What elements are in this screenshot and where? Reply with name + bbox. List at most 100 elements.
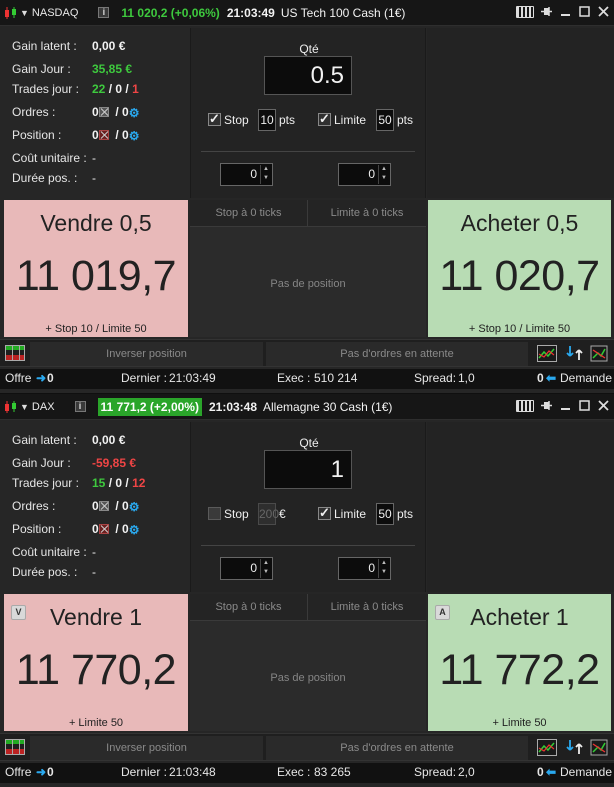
bid-price: 11 019,7 <box>15 252 177 300</box>
limit-ticks-button[interactable]: Limite à 0 ticks <box>308 200 426 227</box>
trend-icon[interactable] <box>590 739 608 756</box>
pin-icon[interactable] <box>540 5 553 18</box>
position-area: Stop à 0 ticks Limite à 0 ticks Pas de p… <box>190 594 426 731</box>
info-icon[interactable]: i <box>74 401 86 412</box>
dernier-value: 21:03:48 <box>169 765 216 779</box>
limit-ticks-button[interactable]: Limite à 0 ticks <box>308 594 426 621</box>
stop-checkbox[interactable] <box>208 507 221 520</box>
stepper-right[interactable]: 0 ▲ ▼ <box>338 163 391 186</box>
limit-checkbox[interactable] <box>318 505 331 521</box>
status-bar: Offre ➜ 0 Dernier : 21:03:49 Exec : 510 … <box>0 369 614 389</box>
title-bar: ▼ DAX i 11 771,2 (+2,00%) 21:03:48 Allem… <box>0 394 614 420</box>
pending-orders-button[interactable]: Pas d'ordres en attente <box>266 736 528 760</box>
swap-icon[interactable] <box>566 343 584 363</box>
cancel-orders-icon[interactable] <box>98 107 109 117</box>
symbol-selector[interactable]: DAX <box>32 401 55 413</box>
divider <box>201 151 415 152</box>
stepper-left[interactable]: 0 ▲ ▼ <box>220 557 273 580</box>
quantity-input[interactable]: 1 <box>264 450 352 489</box>
sell-title: Vendre 1 <box>49 604 143 630</box>
sell-bracket: + Limite 50 <box>68 717 124 729</box>
stepper-arrows-icon[interactable]: ▲ ▼ <box>378 165 389 184</box>
stop-checkbox[interactable] <box>208 111 221 127</box>
close-icon[interactable] <box>597 399 610 412</box>
keyboard-icon[interactable] <box>516 399 534 412</box>
demande-value: 0 <box>537 371 544 385</box>
maximize-icon[interactable] <box>578 5 591 18</box>
chevron-down-icon[interactable]: ▼ <box>20 8 29 18</box>
grid-icon[interactable] <box>5 345 25 361</box>
stepper-arrows-icon[interactable]: ▲ ▼ <box>378 559 389 578</box>
sell-button[interactable]: Vendre 0,5 11 019,7 + Stop 10 / Limite 5… <box>4 200 188 337</box>
buy-button[interactable]: Acheter 0,5 11 020,7 + Stop 10 / Limite … <box>428 200 611 337</box>
offre-value: 0 <box>47 371 54 385</box>
close-icon[interactable] <box>597 5 610 18</box>
close-position-icon[interactable] <box>98 130 109 140</box>
candlestick-icon[interactable] <box>4 6 18 20</box>
reverse-position-button[interactable]: Inverser position <box>30 736 263 760</box>
stop-ticks-button[interactable]: Stop à 0 ticks <box>190 200 308 227</box>
stepper-right[interactable]: 0 ▲ ▼ <box>338 557 391 580</box>
ask-price: 11 772,2 <box>439 646 600 694</box>
dernier-label: Dernier : <box>121 371 168 385</box>
pending-orders-button[interactable]: Pas d'ordres en attente <box>266 342 528 366</box>
chart-icon[interactable] <box>537 345 557 362</box>
order-settings: Qté 1 Stop 200 € Limite 50 pts 0▲▼ 0▲▼ <box>190 422 426 592</box>
trades-even: 0 <box>115 82 123 96</box>
maximize-icon[interactable] <box>578 399 591 412</box>
stepper-arrows-icon[interactable]: ▲ ▼ <box>260 165 271 184</box>
cancel-orders-icon[interactable] <box>98 501 109 511</box>
gear-icon[interactable]: ⚙ <box>129 128 140 144</box>
grid-icon[interactable] <box>5 739 25 755</box>
symbol-selector[interactable]: NASDAQ <box>32 7 78 19</box>
spread-label: Spread: <box>414 371 457 385</box>
gear-icon[interactable]: ⚙ <box>129 522 140 538</box>
limit-input[interactable]: 50 <box>376 503 394 525</box>
quote-time: 21:03:48 <box>208 399 258 414</box>
limit-input[interactable]: 50 <box>376 109 394 131</box>
limit-unit: pts <box>397 113 414 127</box>
position-stats: Gain latent : 0,00 € Gain Jour : 35,85 €… <box>12 39 140 185</box>
instrument-name: Allemagne 30 Cash (1€) <box>263 399 393 414</box>
pin-icon[interactable] <box>540 399 553 412</box>
reverse-position-button[interactable]: Inverser position <box>30 342 263 366</box>
trade-panel: ▼ DAX i 11 771,2 (+2,00%) 21:03:48 Allem… <box>0 394 614 787</box>
chart-icon[interactable] <box>537 739 557 756</box>
order-settings: Qté 0.5 Stop 10 pts Limite 50 pts 0▲▼ 0▲… <box>190 28 426 198</box>
buy-button[interactable]: A Acheter 1 11 772,2 + Limite 50 <box>428 594 611 731</box>
gear-icon[interactable]: ⚙ <box>129 105 140 121</box>
limit-label: Limite <box>334 507 367 521</box>
candlestick-icon[interactable] <box>4 400 18 414</box>
sell-title: Vendre 0,5 <box>40 210 152 236</box>
buy-bracket: + Stop 10 / Limite 50 <box>468 323 571 335</box>
status-bar: Offre ➜ 0 Dernier : 21:03:48 Exec : 83 2… <box>0 763 614 783</box>
stop-input[interactable]: 10 <box>258 109 276 131</box>
sell-button[interactable]: V Vendre 1 11 770,2 + Limite 50 <box>4 594 188 731</box>
keyboard-icon[interactable] <box>516 5 534 18</box>
buy-bracket: + Limite 50 <box>492 717 547 729</box>
exec-value: 83 265 <box>314 765 351 779</box>
trend-icon[interactable] <box>590 345 608 362</box>
stop-unit: € <box>279 507 286 521</box>
stop-label: Stop <box>224 507 249 521</box>
stop-ticks-button[interactable]: Stop à 0 ticks <box>190 594 308 621</box>
stepper-left[interactable]: 0 ▲ ▼ <box>220 163 273 186</box>
instrument-name: US Tech 100 Cash (1€) <box>280 5 406 20</box>
close-position-icon[interactable] <box>98 524 109 534</box>
qty-label: Qté <box>299 436 319 450</box>
minimize-icon[interactable] <box>559 399 572 412</box>
stepper-arrows-icon[interactable]: ▲ ▼ <box>260 559 271 578</box>
info-icon[interactable]: i <box>98 7 110 18</box>
limit-checkbox[interactable] <box>318 111 331 127</box>
gear-icon[interactable]: ⚙ <box>129 499 140 515</box>
chevron-down-icon[interactable]: ▼ <box>20 402 29 412</box>
exec-value: 510 214 <box>314 371 358 385</box>
price-change: 11 771,2 (+2,00%) <box>97 397 202 416</box>
minimize-icon[interactable] <box>559 5 572 18</box>
arrow-left-icon: ⬅ <box>546 371 557 385</box>
offre-label: Offre <box>5 371 32 385</box>
trades-win: 15 <box>92 476 106 490</box>
quantity-input[interactable]: 0.5 <box>264 56 352 95</box>
stop-input[interactable]: 200 <box>258 503 279 525</box>
swap-icon[interactable] <box>566 737 584 757</box>
